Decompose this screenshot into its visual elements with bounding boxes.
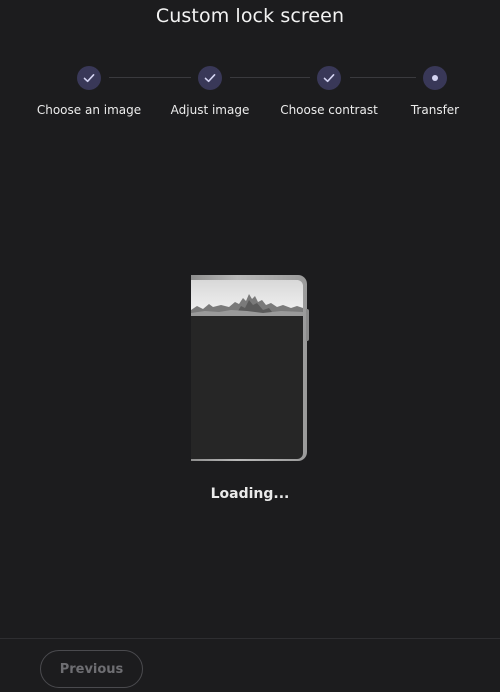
step-connector	[350, 77, 416, 78]
device-preview	[191, 275, 309, 463]
step-connector	[109, 77, 191, 78]
step-complete-indicator	[198, 66, 222, 90]
device-screen	[191, 280, 303, 459]
check-icon	[83, 74, 95, 83]
step-complete-indicator	[77, 66, 101, 90]
device-side-button	[306, 309, 309, 341]
check-icon	[204, 74, 216, 83]
previous-button[interactable]: Previous	[40, 650, 143, 688]
step-label: Choose an image	[36, 103, 142, 117]
step-label: Transfer	[410, 103, 460, 117]
lock-screen-image	[191, 280, 303, 316]
page-title: Custom lock screen	[155, 5, 345, 27]
step-connector	[230, 77, 310, 78]
loading-status: Loading...	[210, 486, 290, 502]
progress-stepper: Choose an image Adjust image Choose cont…	[0, 66, 500, 126]
step-current-indicator	[423, 66, 447, 90]
check-icon	[323, 74, 335, 83]
footer-bar: Previous	[0, 638, 500, 692]
mountain-image-icon	[191, 280, 303, 316]
dot-icon	[432, 75, 438, 81]
step-complete-indicator	[317, 66, 341, 90]
